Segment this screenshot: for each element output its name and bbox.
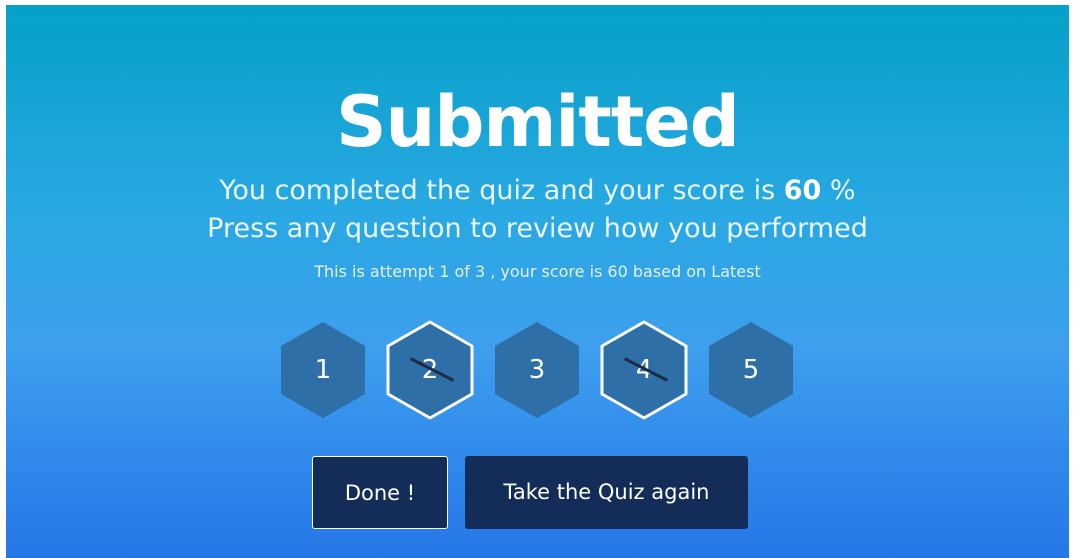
page-title: Submitted (336, 81, 740, 163)
question-hex-5[interactable]: 5 (704, 319, 798, 421)
review-hint: Press any question to review how you per… (207, 213, 868, 244)
score-unit: % (821, 175, 856, 206)
question-navigator: 1 2 3 4 5 (276, 319, 812, 421)
question-hex-3[interactable]: 3 (490, 319, 584, 421)
question-hex-1[interactable]: 1 (276, 319, 370, 421)
question-number: 1 (314, 355, 332, 385)
retake-quiz-button[interactable]: Take the Quiz again (465, 456, 748, 529)
question-number: 3 (528, 355, 546, 385)
question-number: 5 (742, 355, 760, 385)
quiz-results-panel: Submitted You completed the quiz and you… (6, 5, 1069, 558)
done-button[interactable]: Done ! (312, 456, 448, 529)
score-value: 60 (783, 175, 822, 206)
attempt-info: This is attempt 1 of 3 , your score is 6… (314, 262, 761, 281)
score-message: You completed the quiz and your score is… (6, 172, 1069, 210)
score-message-prefix: You completed the quiz and your score is (219, 175, 784, 206)
question-hex-4[interactable]: 4 (597, 319, 691, 421)
question-hex-2[interactable]: 2 (383, 319, 477, 421)
